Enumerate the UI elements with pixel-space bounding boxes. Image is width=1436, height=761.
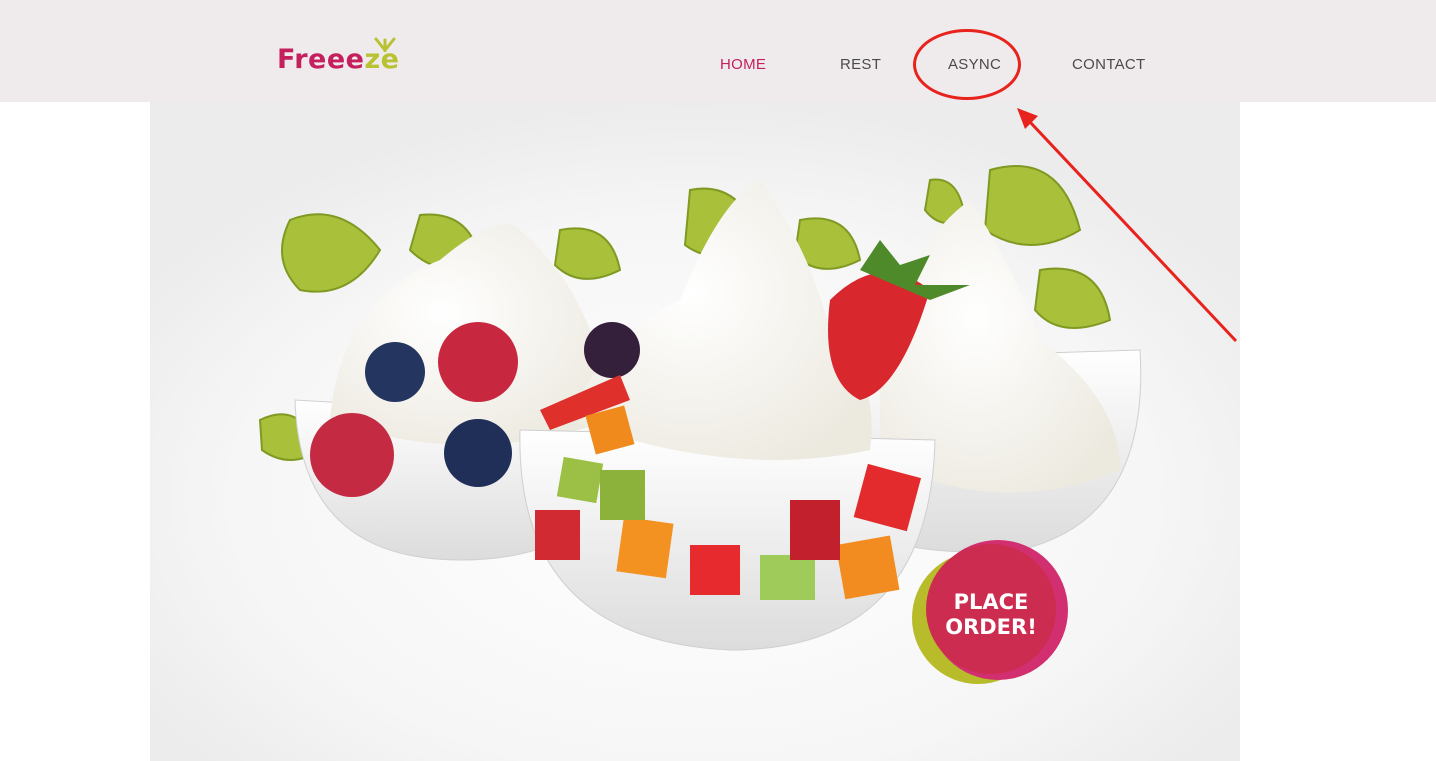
sprout-icon: [374, 37, 396, 52]
top-header: Freeeze HOME REST ASYNC CONTACT: [0, 0, 1436, 102]
annotation-circle: [913, 29, 1021, 100]
nav-contact[interactable]: CONTACT: [1072, 56, 1145, 73]
frozen-yogurt-image: [150, 102, 1240, 761]
hero-banner: PLACE ORDER!: [0, 102, 1436, 761]
nav-rest[interactable]: REST: [840, 56, 881, 73]
nav-home[interactable]: HOME: [720, 56, 766, 73]
place-order-label: PLACE ORDER!: [945, 590, 1037, 639]
place-order-button[interactable]: PLACE ORDER!: [912, 540, 1072, 690]
